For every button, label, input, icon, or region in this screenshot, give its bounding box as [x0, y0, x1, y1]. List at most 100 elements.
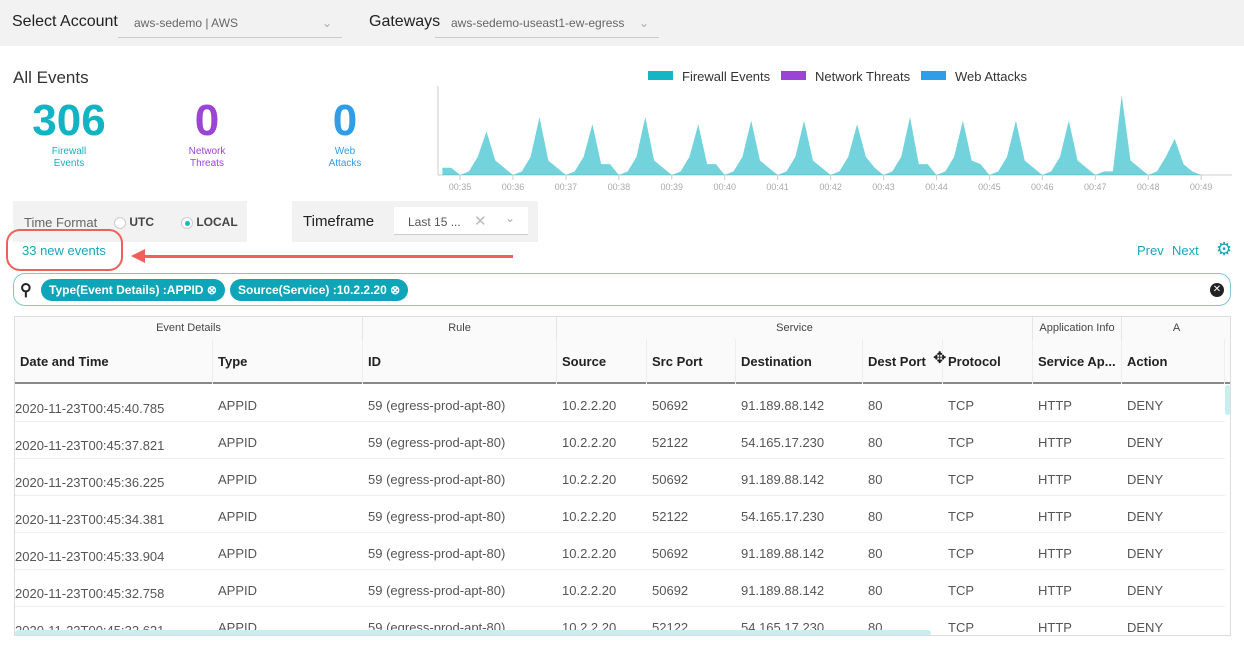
column-group-header: Application Info [1033, 317, 1122, 339]
column-header[interactable]: Date and Time [15, 339, 213, 384]
remove-chip-icon[interactable]: ⊗ [390, 283, 400, 297]
timeframe-value: Last 15 ... [408, 215, 461, 229]
utc-radio[interactable]: UTC [114, 215, 154, 229]
table-row[interactable]: 2020-11-23T00:45:32.758 APPID 59 (egress-p… [15, 570, 1225, 607]
column-header[interactable]: Protocol [943, 339, 1033, 384]
table-cell: 54.165.17.230 [741, 509, 825, 524]
x-tick-label: 00:46 [1031, 182, 1054, 192]
table-cell: 80 [868, 472, 883, 487]
column-header[interactable]: Src Port [647, 339, 736, 384]
column-header[interactable]: Action [1122, 339, 1225, 384]
clear-icon[interactable]: ✕ [474, 212, 487, 230]
prev-button[interactable]: Prev [1137, 243, 1164, 258]
x-tick-label: 00:39 [661, 182, 684, 192]
x-tick-label: 00:48 [1137, 182, 1160, 192]
table-cell: DENY [1127, 583, 1164, 598]
table-cell: DENY [1127, 472, 1164, 487]
utc-label: UTC [129, 215, 155, 229]
radio-icon [114, 216, 126, 229]
table-cell: 2020-11-23T00:45:40.785 [15, 401, 165, 416]
table-cell: 2020-11-23T00:45:33.904 [15, 549, 165, 564]
table-cell: 59 (egress-prod-apt-80) [368, 583, 506, 598]
column-header[interactable]: Type [213, 339, 363, 384]
table-cell: 2020-11-23T00:45:34.381 [15, 512, 165, 527]
x-tick-label: 00:36 [502, 182, 525, 192]
legend-label[interactable]: Web Attacks [955, 69, 1028, 84]
table-cell: 10.2.2.20 [562, 472, 617, 487]
vertical-scrollbar[interactable] [1225, 385, 1230, 415]
column-group-header: Rule [363, 317, 557, 339]
table-cell: DENY [1127, 398, 1164, 413]
table-cell: HTTP [1038, 509, 1072, 524]
table-cell: 91.189.88.142 [741, 398, 825, 413]
new-events-link[interactable]: 33 new events [22, 243, 106, 258]
filter-chip[interactable]: Type(Event Details) :APPID ⊗ [41, 279, 225, 301]
table-cell: APPID [218, 398, 258, 413]
table-cell: TCP [948, 546, 974, 561]
table-cell: 52122 [652, 509, 689, 524]
table-cell: 50692 [652, 546, 689, 561]
table-row[interactable]: 2020-11-23T00:45:33.904 APPID 59 (egress-p… [15, 533, 1225, 570]
table-cell: 2020-11-23T00:45:36.225 [15, 475, 165, 490]
table-row[interactable]: 2020-11-23T00:45:36.225 APPID 59 (egress-p… [15, 459, 1225, 496]
legend-label[interactable]: Network Threats [815, 69, 911, 84]
column-header[interactable]: Service Ap... [1033, 339, 1122, 384]
column-header[interactable]: Destination [736, 339, 863, 384]
table-cell: TCP [948, 472, 974, 487]
legend-swatch [921, 71, 946, 80]
table-cell: 10.2.2.20 [562, 546, 617, 561]
firewall-events-area [442, 95, 1210, 175]
table-cell: 10.2.2.20 [562, 398, 617, 413]
table-row[interactable]: 2020-11-23T00:45:40.785 APPID 59 (egress-p… [15, 385, 1225, 422]
local-label: LOCAL [196, 215, 238, 229]
timeframe-label: Timeframe [303, 213, 375, 230]
table-cell: 80 [868, 398, 883, 413]
table-cell: 59 (egress-prod-apt-80) [368, 398, 506, 413]
next-button[interactable]: Next [1172, 243, 1199, 258]
horizontal-scrollbar[interactable] [15, 630, 931, 635]
table-cell: DENY [1127, 509, 1164, 524]
table-cell: TCP [948, 398, 974, 413]
chevron-down-icon: ⌄ [505, 211, 516, 225]
arrow-head-icon [131, 249, 145, 263]
chip-label: Source(Service) :10.2.2.20 [238, 283, 387, 297]
table-cell: TCP [948, 583, 974, 598]
x-tick-label: 00:35 [449, 182, 472, 192]
table-row[interactable]: 2020-11-23T00:45:37.821 APPID 59 (egress-p… [15, 422, 1225, 459]
table-cell: APPID [218, 509, 258, 524]
gear-icon[interactable]: ⚙ [1216, 239, 1232, 260]
table-cell: 80 [868, 546, 883, 561]
x-tick-label: 00:38 [608, 182, 631, 192]
table-cell: DENY [1127, 620, 1164, 635]
table-cell: 10.2.2.20 [562, 509, 617, 524]
clear-search-icon[interactable]: ✕ [1210, 283, 1224, 297]
table-cell: HTTP [1038, 583, 1072, 598]
column-header[interactable]: Dest Port [863, 339, 943, 384]
table-cell: 2020-11-23T00:45:32.758 [15, 586, 165, 601]
table-cell: HTTP [1038, 435, 1072, 450]
legend-label[interactable]: Firewall Events [682, 69, 771, 84]
table-cell: 10.2.2.20 [562, 583, 617, 598]
column-resize-cursor-icon: ✥ [933, 350, 947, 367]
search-bar[interactable]: ⚲ Type(Event Details) :APPID ⊗ Source(Se… [13, 273, 1231, 306]
table-cell: 10.2.2.20 [562, 435, 617, 450]
x-tick-label: 00:37 [555, 182, 578, 192]
events-chart: 00:35 00:36 00:37 00:38 00:39 00:40 00:41 00:42… [437, 69, 1232, 192]
timeframe-select[interactable]: Last 15 ... ✕ ⌄ [394, 207, 528, 235]
table-cell: 80 [868, 435, 883, 450]
filter-chip[interactable]: Source(Service) :10.2.2.20 ⊗ [230, 279, 409, 301]
local-radio[interactable]: LOCAL [181, 215, 238, 229]
column-group-header: Service [557, 317, 1033, 339]
column-group-header: A [1122, 317, 1230, 339]
table-cell: 50692 [652, 583, 689, 598]
x-tick-label: 00:49 [1190, 182, 1213, 192]
column-header[interactable]: ID [363, 339, 557, 384]
table-cell: HTTP [1038, 620, 1072, 635]
remove-chip-icon[interactable]: ⊗ [207, 283, 217, 297]
table-cell: 50692 [652, 472, 689, 487]
column-header[interactable]: Source [557, 339, 647, 384]
table-cell: 50692 [652, 398, 689, 413]
time-format-label: Time Format [24, 215, 98, 230]
table-row[interactable]: 2020-11-23T00:45:34.381 APPID 59 (egress-p… [15, 496, 1225, 533]
table-cell: 80 [868, 583, 883, 598]
